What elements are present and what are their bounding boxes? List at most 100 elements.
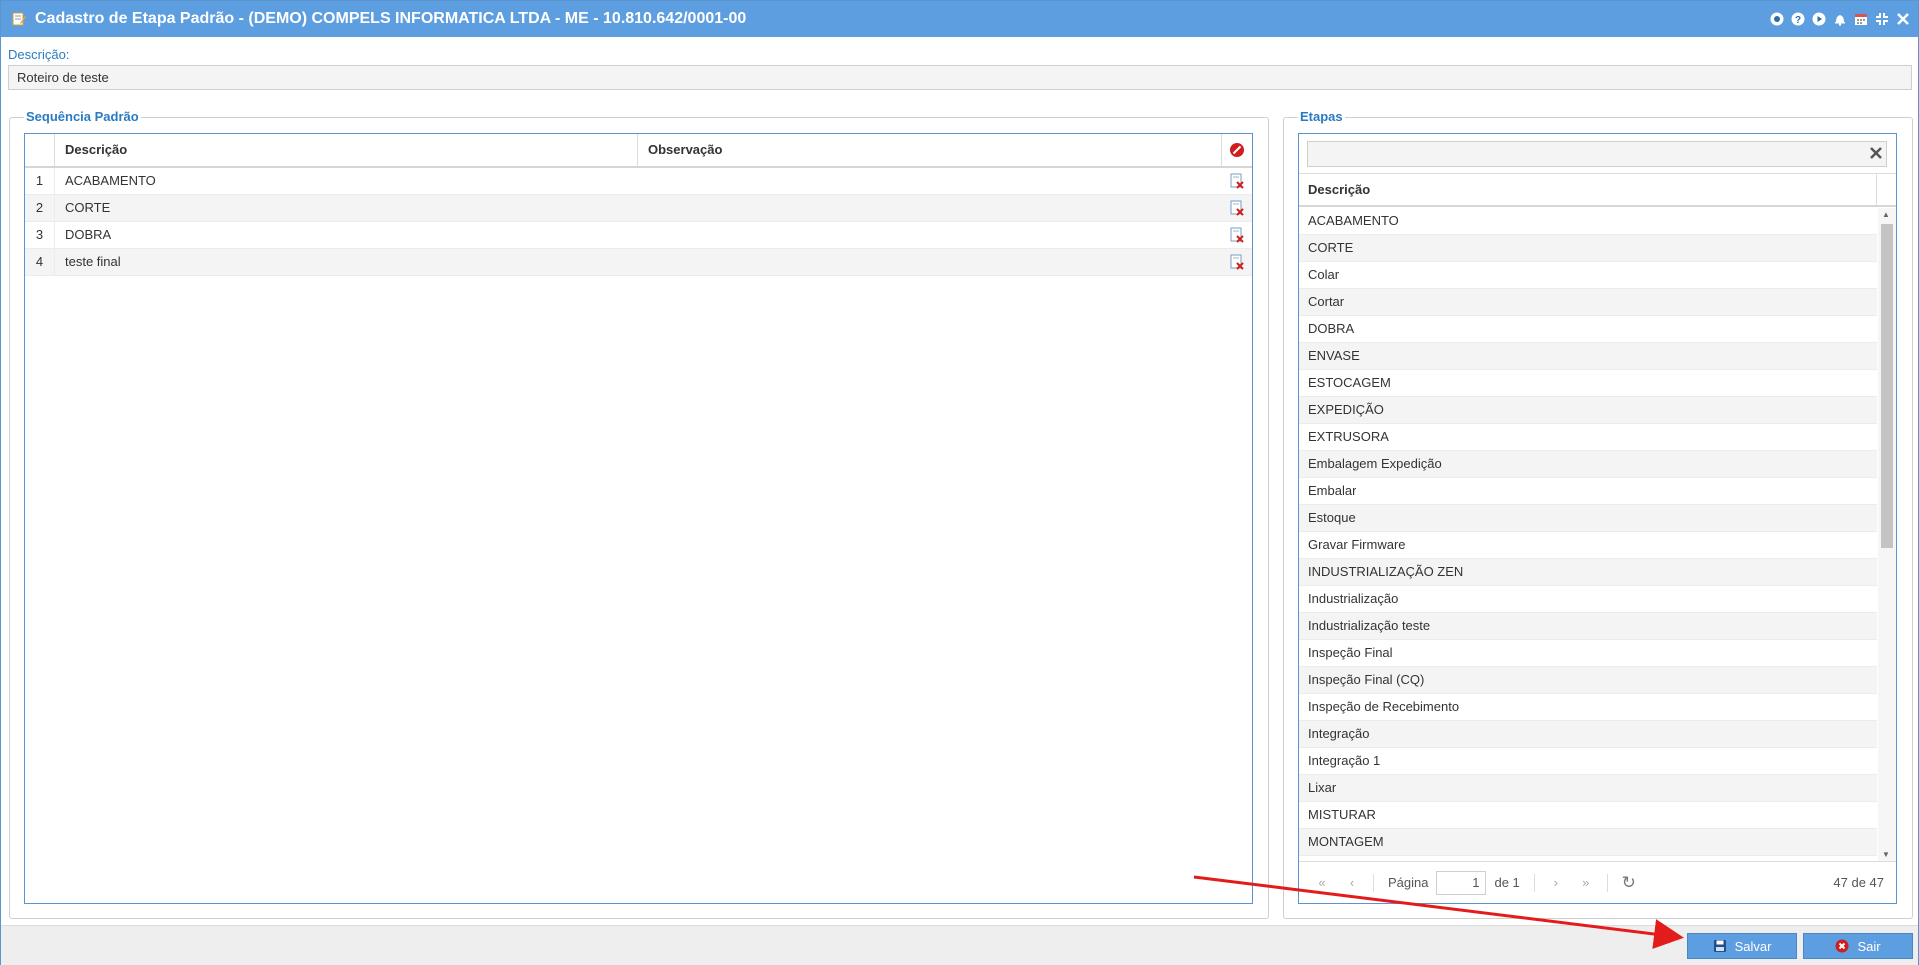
etapa-label: ESTOCAGEM <box>1308 375 1391 390</box>
etapa-label: Colar <box>1308 267 1340 282</box>
list-item[interactable]: Inspeção Final (CQ) <box>1299 667 1877 694</box>
record-icon[interactable] <box>1769 11 1784 26</box>
etapa-label: Integração <box>1308 726 1370 741</box>
window-title: Cadastro de Etapa Padrão - (DEMO) COMPEL… <box>35 10 747 27</box>
pager-divider <box>1533 873 1535 892</box>
etapa-label: ACABAMENTO <box>1308 213 1399 228</box>
etapas-list: ACABAMENTO CORTE Colar Cortar DOBRA ENVASE EST… <box>1299 208 1877 861</box>
list-item[interactable]: Colar <box>1299 262 1877 289</box>
record-count: 47 de 47 <box>1833 875 1884 890</box>
list-item[interactable]: Estoque <box>1299 505 1877 532</box>
etapa-label: Industrialização <box>1308 591 1399 606</box>
col-etapa-descricao-header[interactable]: Descrição <box>1299 174 1877 205</box>
etapa-label: Gravar Firmware <box>1308 537 1406 552</box>
row-number: 4 <box>25 249 55 275</box>
list-item[interactable]: Inspeção de Recebimento <box>1299 694 1877 721</box>
list-item[interactable]: Embalagem Expedição <box>1299 451 1877 478</box>
clear-search-icon[interactable] <box>1869 146 1883 160</box>
save-button-label: Salvar <box>1734 938 1772 954</box>
prev-page-icon[interactable]: ‹ <box>1337 873 1367 893</box>
remove-all-icon <box>1230 143 1244 157</box>
pager-divider <box>1373 873 1374 892</box>
row-observacao[interactable] <box>638 249 1222 275</box>
row-observacao[interactable] <box>638 222 1222 248</box>
delete-document-icon <box>1230 254 1244 270</box>
list-item[interactable]: ACABAMENTO <box>1299 208 1877 235</box>
etapa-label: INDUSTRIALIZAÇÃO ZEN <box>1308 564 1464 579</box>
col-observacao-header[interactable]: Observação <box>638 134 1222 166</box>
table-row[interactable]: 3 DOBRA <box>25 222 1252 249</box>
svg-text:?: ? <box>1794 15 1800 26</box>
bell-icon[interactable] <box>1832 11 1847 26</box>
row-number: 2 <box>25 195 55 221</box>
list-item[interactable]: EXTRUSORA <box>1299 424 1877 451</box>
refresh-icon[interactable]: ↻ <box>1614 873 1644 893</box>
list-item[interactable]: ESTOCAGEM <box>1299 370 1877 397</box>
last-page-icon[interactable]: » <box>1571 873 1601 893</box>
list-item[interactable]: Integração <box>1299 721 1877 748</box>
list-item[interactable]: Embalar <box>1299 478 1877 505</box>
delete-document-icon <box>1230 173 1244 189</box>
descricao-input[interactable]: Roteiro de teste <box>8 65 1912 90</box>
help-icon[interactable]: ? <box>1790 11 1805 26</box>
etapa-label: EXTRUSORA <box>1308 429 1389 444</box>
etapas-search-bar <box>1299 134 1896 174</box>
list-item[interactable]: Lixar <box>1299 775 1877 802</box>
page-label: Página <box>1388 875 1429 890</box>
save-button[interactable]: Salvar <box>1687 933 1797 959</box>
floppy-disk-icon <box>1713 940 1726 952</box>
footer-bar: Salvar Sair <box>1 925 1918 965</box>
exit-button[interactable]: Sair <box>1803 933 1913 959</box>
list-item[interactable]: Industrialização <box>1299 586 1877 613</box>
etapas-panel: Etapas Descrição ACABAMENTO CORTE Colar Cor… <box>1283 109 1913 919</box>
etapa-label: Lixar <box>1308 780 1337 795</box>
col-descricao-header[interactable]: Descrição <box>55 134 638 166</box>
play-icon[interactable] <box>1811 11 1826 26</box>
list-item[interactable]: ENVASE <box>1299 343 1877 370</box>
etapa-label: DOBRA <box>1308 321 1355 336</box>
sequencia-grid: Descrição Observação 1 ACABAMENTO 2 CORT… <box>24 133 1253 904</box>
remove-row-button[interactable] <box>1222 195 1252 221</box>
list-item[interactable]: Cortar <box>1299 289 1877 316</box>
etapas-search-input[interactable] <box>1307 141 1887 167</box>
exit-button-label: Sair <box>1857 938 1881 954</box>
etapas-scrollbar[interactable]: ▲ ▼ <box>1878 208 1896 861</box>
clear-all-button[interactable] <box>1222 134 1252 166</box>
table-row[interactable]: 1 ACABAMENTO <box>25 168 1252 195</box>
etapa-label: Industrialização teste <box>1308 618 1431 633</box>
exit-icon <box>1835 939 1849 953</box>
etapa-label: Inspeção Final <box>1308 645 1393 660</box>
next-page-icon[interactable]: › <box>1541 873 1571 893</box>
sequencia-grid-header: Descrição Observação <box>25 134 1252 168</box>
list-item[interactable]: DOBRA <box>1299 316 1877 343</box>
list-item[interactable]: MISTURAR <box>1299 802 1877 829</box>
row-observacao[interactable] <box>638 195 1222 221</box>
calendar-icon[interactable] <box>1853 11 1868 26</box>
list-item[interactable]: Industrialização teste <box>1299 613 1877 640</box>
scroll-up-icon[interactable]: ▲ <box>1882 210 1890 219</box>
delete-document-icon <box>1230 227 1244 243</box>
list-item[interactable]: EXPEDIÇÃO <box>1299 397 1877 424</box>
row-descricao: teste final <box>65 254 121 269</box>
list-item[interactable]: Gravar Firmware <box>1299 532 1877 559</box>
list-item[interactable]: CORTE <box>1299 235 1877 262</box>
list-item[interactable]: MONTAGEM <box>1299 829 1877 856</box>
scrollbar-thumb[interactable] <box>1881 224 1893 548</box>
table-row[interactable]: 4 teste final <box>25 249 1252 276</box>
scroll-down-icon[interactable]: ▼ <box>1882 850 1890 859</box>
table-row[interactable]: 2 CORTE <box>25 195 1252 222</box>
descricao-label: Descrição: <box>8 47 70 62</box>
list-item[interactable]: INDUSTRIALIZAÇÃO ZEN <box>1299 559 1877 586</box>
page-number-input[interactable]: 1 <box>1436 870 1487 895</box>
remove-row-button[interactable] <box>1222 168 1252 194</box>
remove-row-button[interactable] <box>1222 222 1252 248</box>
etapa-label: MISTURAR <box>1308 807 1376 822</box>
list-item[interactable]: Integração 1 <box>1299 748 1877 775</box>
restore-window-icon[interactable] <box>1874 11 1889 26</box>
app-window: Cadastro de Etapa Padrão - (DEMO) COMPEL… <box>0 0 1919 965</box>
row-observacao[interactable] <box>638 168 1222 194</box>
list-item[interactable]: Inspeção Final <box>1299 640 1877 667</box>
first-page-icon[interactable]: « <box>1307 873 1337 893</box>
close-window-icon[interactable] <box>1895 11 1910 26</box>
remove-row-button[interactable] <box>1222 249 1252 275</box>
